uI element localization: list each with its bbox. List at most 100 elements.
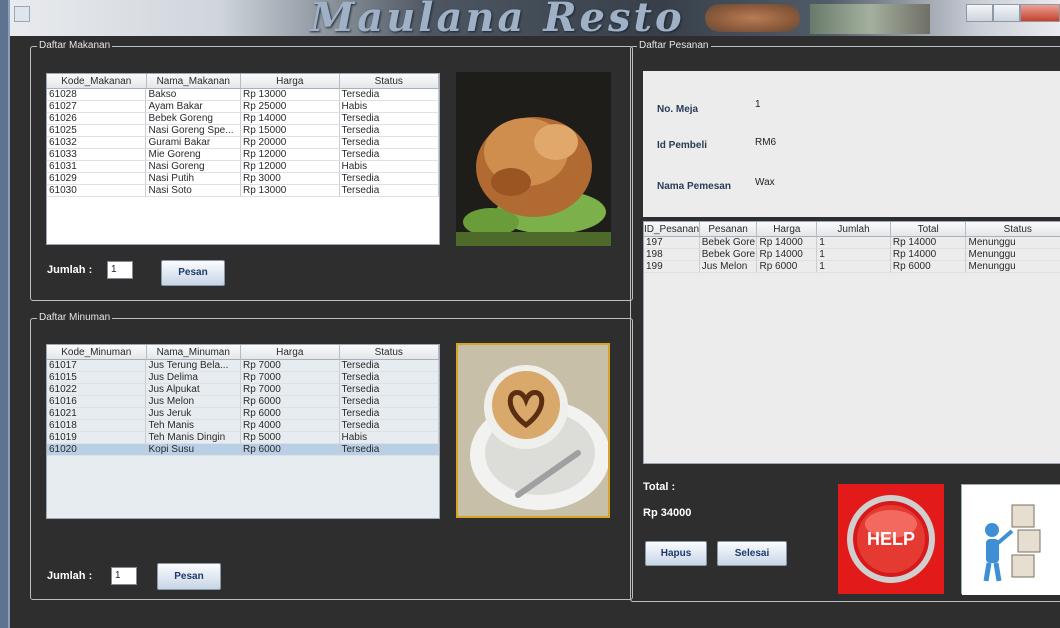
column-header[interactable]: Harga (241, 345, 340, 360)
table-cell: Menunggu (966, 237, 1060, 249)
no-meja-label: No. Meja (657, 104, 699, 115)
selesai-button[interactable]: Selesai (717, 541, 787, 566)
table-cell: Rp 12000 (241, 161, 340, 173)
table-cell: Teh Manis Dingin (146, 432, 241, 444)
window-controls (966, 4, 1060, 22)
table-cell: Tersedia (339, 113, 439, 125)
table-cell: Tersedia (339, 89, 439, 101)
table-row[interactable]: 61025 Nasi Goreng Spe... Rp 15000 Tersedia (47, 125, 439, 137)
hapus-button[interactable]: Hapus (645, 541, 707, 566)
jumlah-minuman-spinner[interactable]: 1 (111, 567, 137, 585)
column-header[interactable]: Kode_Makanan (47, 74, 147, 89)
pesan-makanan-button[interactable]: Pesan (161, 260, 225, 286)
pesanan-panel-title: Daftar Pesanan (637, 40, 711, 52)
minuman-table[interactable]: Kode_Minuman Nama_Minuman Harga Status 61017… (46, 344, 440, 519)
table-cell: Rp 5000 (241, 432, 340, 444)
table-cell: Tersedia (339, 444, 439, 456)
table-row[interactable]: 61017 Jus Terung Bela... Rp 7000 Tersedia (47, 360, 439, 372)
column-header[interactable]: Nama_Makanan (146, 74, 242, 89)
table-cell: Nasi Soto (146, 185, 241, 197)
table-cell: 1 (817, 249, 891, 261)
table-row[interactable]: 61022 Jus Alpukat Rp 7000 Tersedia (47, 384, 439, 396)
no-meja-field[interactable]: 1 (755, 99, 1055, 115)
table-row[interactable]: 61033 Mie Goreng Rp 12000 Tersedia (47, 149, 439, 161)
table-cell: Tersedia (339, 384, 439, 396)
table-cell: Teh Manis (146, 420, 241, 432)
column-header[interactable]: Harga (241, 74, 340, 89)
table-row[interactable]: 199 Jus Melon Rp 6000 1 Rp 6000 Menunggu (644, 261, 1060, 273)
table-cell: Tersedia (339, 185, 439, 197)
table-cell: 61033 (47, 149, 147, 161)
column-header[interactable]: ID_Pesanan (644, 222, 700, 237)
maximize-button[interactable] (993, 4, 1020, 22)
minimize-button[interactable] (966, 4, 993, 22)
table-cell: 61030 (47, 185, 147, 197)
table-cell: Tersedia (339, 372, 439, 384)
table-row[interactable]: 61031 Nasi Goreng Rp 12000 Habis (47, 161, 439, 173)
pesanan-table[interactable]: ID_Pesanan Pesanan Harga Jumlah Total Status 1… (643, 221, 1060, 464)
table-row[interactable]: 61029 Nasi Putih Rp 3000 Tersedia (47, 173, 439, 185)
table-cell: Tersedia (339, 137, 439, 149)
column-header[interactable]: Status (966, 222, 1060, 237)
table-cell: Rp 6000 (890, 261, 967, 273)
info-button[interactable] (961, 484, 1060, 595)
table-cell: Jus Melon (699, 261, 758, 273)
column-header[interactable]: Pesanan (699, 222, 758, 237)
table-row[interactable]: 61015 Jus Delima Rp 7000 Tersedia (47, 372, 439, 384)
table-cell: Bebek Gore... (699, 237, 758, 249)
table-cell: Rp 14000 (241, 113, 340, 125)
table-cell: Jus Delima (146, 372, 241, 384)
minuman-panel: Daftar Minuman Kode_Minuman Nama_Minuman H… (30, 312, 633, 600)
table-cell: Bebek Goreng (146, 113, 241, 125)
column-header[interactable]: Jumlah (817, 222, 891, 237)
table-row[interactable]: 61021 Jus Jeruk Rp 6000 Tersedia (47, 408, 439, 420)
column-header[interactable]: Total (890, 222, 967, 237)
table-cell: Menunggu (966, 249, 1060, 261)
nama-pemesan-field[interactable]: Wax (755, 177, 1055, 193)
customer-form: No. Meja 1 Id Pembeli RM6 Nama Pemesan W… (643, 71, 1060, 217)
table-cell: Rp 12000 (241, 149, 340, 161)
table-cell: Rp 7000 (241, 360, 340, 372)
table-row[interactable]: 61026 Bebek Goreng Rp 14000 Tersedia (47, 113, 439, 125)
table-cell: Bakso (146, 89, 241, 101)
table-cell: Rp 14000 (757, 237, 818, 249)
table-cell: Tersedia (339, 396, 439, 408)
total-value: Rp 34000 (643, 507, 692, 519)
table-row[interactable]: 61019 Teh Manis Dingin Rp 5000 Habis (47, 432, 439, 444)
makanan-panel: Daftar Makanan Kode_Makanan Nama_Makanan H… (30, 40, 633, 301)
column-header[interactable]: Kode_Minuman (47, 345, 147, 360)
jumlah-makanan-spinner[interactable]: 1 (107, 261, 133, 279)
table-row[interactable]: 61020 Kopi Susu Rp 6000 Tersedia (47, 444, 439, 456)
table-row[interactable]: 61032 Gurami Bakar Rp 20000 Tersedia (47, 137, 439, 149)
column-header[interactable]: Status (339, 345, 439, 360)
close-button[interactable] (1020, 4, 1060, 22)
table-row[interactable]: 198 Bebek Gore... Rp 14000 1 Rp 14000 Menungg… (644, 249, 1060, 261)
column-header[interactable]: Harga (757, 222, 818, 237)
pesan-minuman-button[interactable]: Pesan (157, 563, 221, 590)
minuman-panel-title: Daftar Minuman (37, 312, 113, 324)
column-header[interactable]: Status (339, 74, 439, 89)
makanan-table[interactable]: Kode_Makanan Nama_Makanan Harga Status 61028… (46, 73, 440, 245)
table-cell: Menunggu (966, 261, 1060, 273)
table-cell: 197 (644, 237, 700, 249)
nama-pemesan-label: Nama Pemesan (657, 181, 731, 192)
table-cell: 199 (644, 261, 700, 273)
table-row[interactable]: 61030 Nasi Soto Rp 13000 Tersedia (47, 185, 439, 197)
table-cell: Rp 6000 (241, 444, 340, 456)
table-cell: 61031 (47, 161, 147, 173)
table-row[interactable]: 61028 Bakso Rp 13000 Tersedia (47, 89, 439, 101)
table-row[interactable]: 197 Bebek Gore... Rp 14000 1 Rp 14000 Menungg… (644, 237, 1060, 249)
table-row[interactable]: 61018 Teh Manis Rp 4000 Tersedia (47, 420, 439, 432)
app-icon (14, 6, 30, 22)
help-button[interactable]: HELP (838, 484, 944, 594)
coffee-latte-art-image (458, 345, 608, 516)
table-row[interactable]: 61016 Jus Melon Rp 6000 Tersedia (47, 396, 439, 408)
table-row[interactable]: 61027 Ayam Bakar Rp 25000 Habis (47, 101, 439, 113)
table-cell: Habis (339, 161, 439, 173)
table-cell: 61025 (47, 125, 147, 137)
table-cell: 61028 (47, 89, 147, 101)
id-pembeli-field[interactable]: RM6 (755, 137, 1055, 153)
banner-title: Maulana Resto (310, 0, 685, 41)
column-header[interactable]: Nama_Minuman (146, 345, 242, 360)
table-cell: Rp 14000 (890, 249, 967, 261)
